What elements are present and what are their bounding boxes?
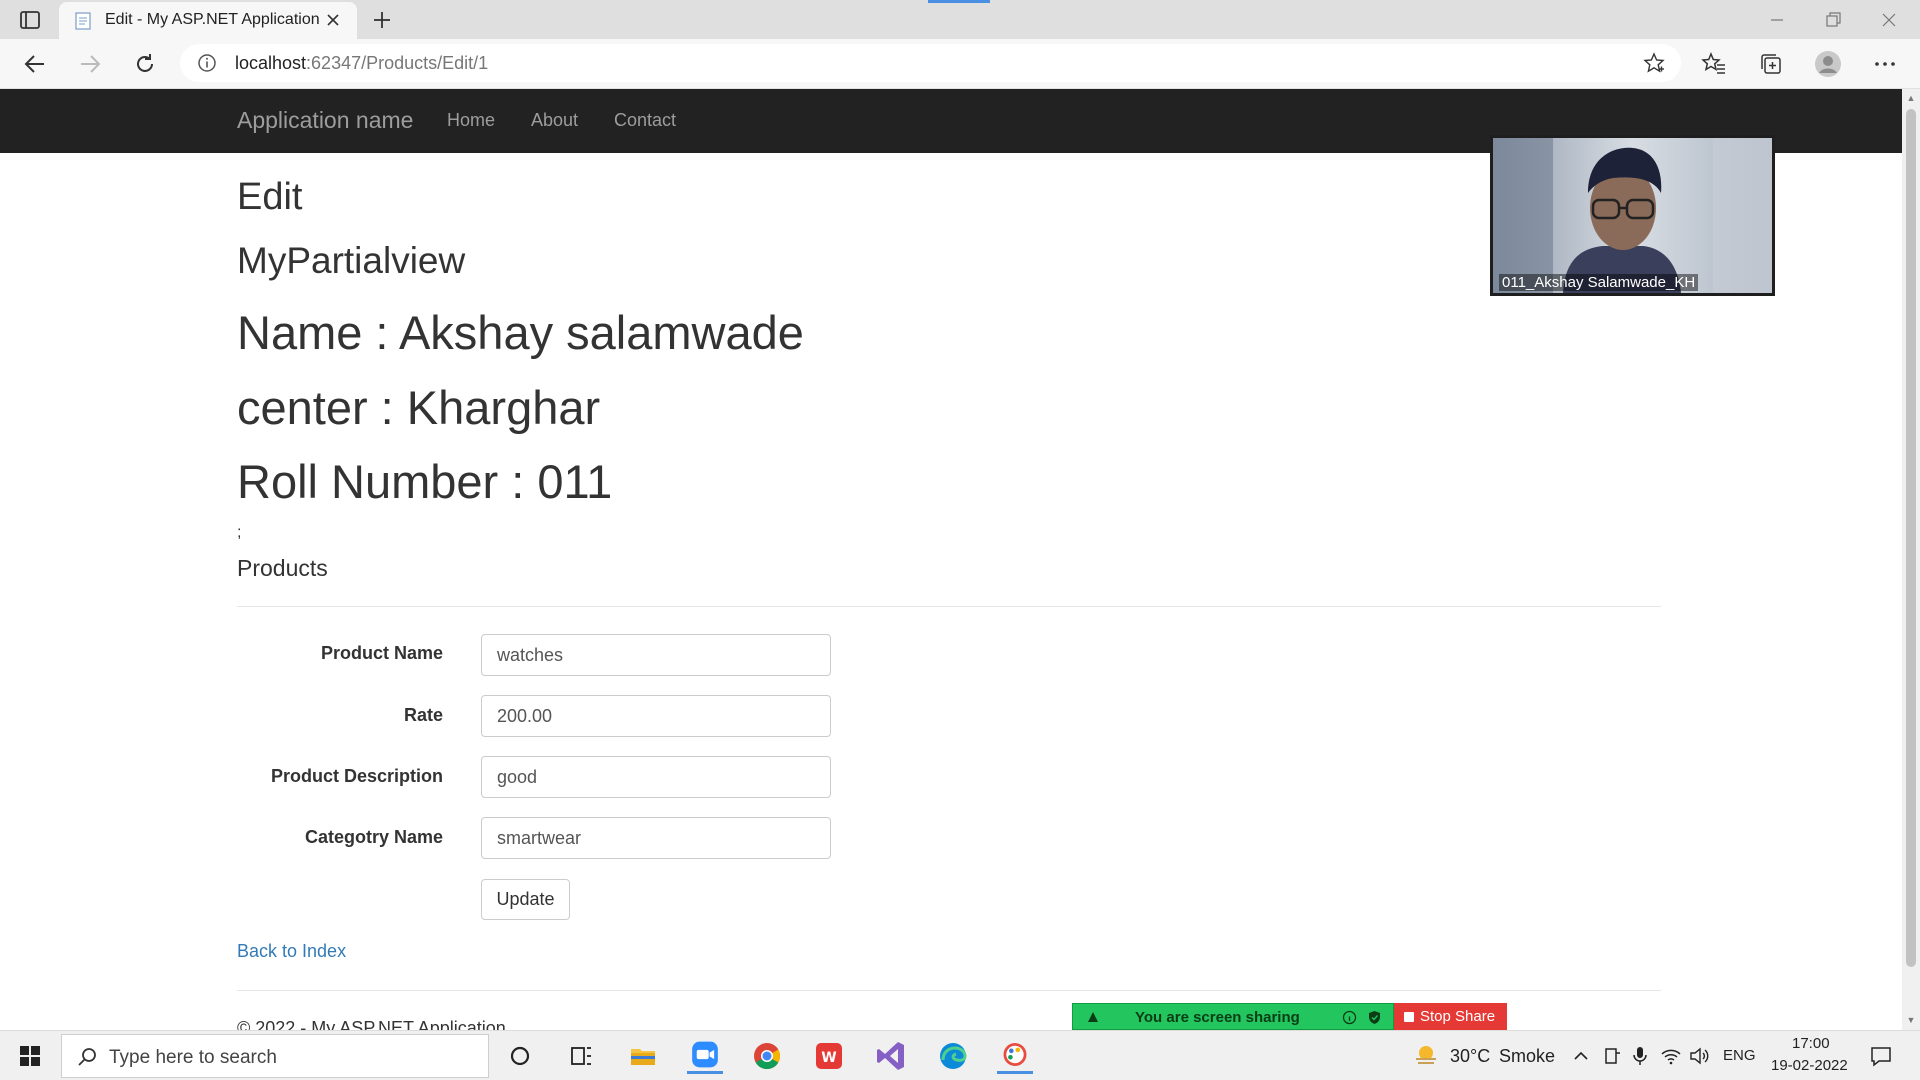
category-name-label: Categotry Name [304,827,443,847]
address-bar[interactable]: localhost:62347/Products/Edit/1 [180,44,1681,82]
task-view-icon[interactable] [563,1038,599,1074]
weather-condition[interactable]: Smoke [1499,1046,1555,1067]
browser-tab-bar: Edit - My ASP.NET Application [0,0,1920,39]
profile-avatar-icon[interactable] [1814,50,1842,78]
show-hidden-icons-chevron-icon[interactable] [1570,1045,1592,1067]
url-host: localhost [235,53,307,73]
chrome-icon[interactable] [749,1038,785,1074]
stop-square-icon [1404,1012,1414,1022]
tab-drag-indicator [928,0,990,3]
weather-temperature[interactable]: 30°C [1450,1046,1490,1067]
collections-icon[interactable] [1758,51,1784,77]
browser-toolbar: localhost:62347/Products/Edit/1 [0,39,1920,89]
category-name-field[interactable] [481,817,831,859]
participant-name-label: 011_Akshay Salamwade_KH [1499,274,1699,291]
stray-text: ; [237,524,242,541]
shield-icon[interactable] [1367,1010,1382,1025]
product-name-field[interactable] [481,634,831,676]
back-arrow-icon[interactable] [22,51,48,77]
product-description-field[interactable] [481,756,831,798]
student-name-heading: Name : Akshay salamwade [237,306,804,359]
section-heading: Products [237,555,328,581]
microphone-icon[interactable] [1629,1045,1651,1067]
stop-share-label: Stop Share [1420,1008,1496,1025]
site-info-icon[interactable] [197,53,217,73]
svg-text:W: W [821,1050,836,1066]
browser-tab-active[interactable]: Edit - My ASP.NET Application [59,2,357,39]
url-path: :62347/Products/Edit/1 [306,53,489,73]
rate-label: Rate [403,705,443,725]
forward-arrow-icon[interactable] [77,51,103,77]
navbar-brand-link[interactable]: Application name [237,107,413,134]
page-scrollbar[interactable]: ▲ ▼ [1902,89,1920,1030]
tab-title: Edit - My ASP.NET Application [105,11,320,28]
scroll-up-arrow-icon[interactable]: ▲ [1906,93,1916,103]
screen-sharing-status: You are screen sharing [1135,1009,1300,1026]
nav-link-home[interactable]: Home [447,110,495,131]
close-window-icon[interactable] [1878,10,1900,30]
partial-view-heading: MyPartialview [237,240,466,281]
rate-field[interactable] [481,695,831,737]
more-options-icon[interactable] [1872,51,1898,77]
wps-office-icon[interactable]: W [811,1038,847,1074]
product-name-label: Product Name [320,643,443,663]
info-circle-icon[interactable] [1342,1010,1357,1025]
drag-handle-icon[interactable] [1085,1009,1101,1025]
visual-studio-icon[interactable] [873,1038,909,1074]
edge-browser-icon[interactable] [935,1038,971,1074]
student-roll-heading: Roll Number : 011 [237,455,613,508]
device-icon[interactable] [1601,1045,1623,1067]
taskbar-search-box[interactable]: Type here to search [61,1034,489,1078]
refresh-icon[interactable] [132,51,158,77]
product-description-label: Product Description [270,766,443,786]
input-language[interactable]: ENG [1723,1047,1756,1064]
cortana-icon[interactable] [502,1038,538,1074]
windows-taskbar: Type here to search W 30°C Smoke ENG 17:… [0,1030,1920,1080]
scrollbar-thumb[interactable] [1906,109,1916,967]
new-tab-icon[interactable] [370,8,394,32]
restore-window-icon[interactable] [1822,10,1844,30]
file-explorer-icon[interactable] [625,1038,661,1074]
divider [237,606,1661,607]
favorites-icon[interactable] [1701,51,1727,77]
nav-link-contact[interactable]: Contact [614,110,676,131]
participant-video-tile[interactable]: 011_Akshay Salamwade_KH [1490,135,1775,296]
notifications-icon[interactable] [1869,1044,1893,1068]
screen-sharing-bar[interactable]: You are screen sharing [1072,1003,1394,1030]
scroll-down-arrow-icon[interactable]: ▼ [1906,1015,1916,1025]
paint-app-icon[interactable] [997,1038,1033,1074]
tab-actions-icon[interactable] [18,8,42,32]
clock-time[interactable]: 17:00 [1792,1035,1830,1052]
url-text[interactable]: localhost:62347/Products/Edit/1 [235,53,488,74]
clock-date[interactable]: 19-02-2022 [1771,1057,1848,1074]
add-favorite-star-icon[interactable] [1643,52,1665,74]
minimize-window-icon[interactable] [1766,10,1788,30]
student-center-heading: center : Kharghar [237,381,601,434]
participant-video-feed [1493,138,1772,293]
back-to-index-link[interactable]: Back to Index [237,941,346,962]
weather-haze-icon[interactable] [1413,1043,1439,1067]
wifi-icon[interactable] [1660,1045,1682,1067]
update-button[interactable]: Update [481,879,570,920]
page-title: Edit [237,176,303,218]
page-favicon-icon [75,12,91,30]
speaker-volume-icon[interactable] [1688,1045,1710,1067]
footer-divider [237,990,1661,991]
close-tab-icon[interactable] [325,12,341,28]
zoom-app-icon[interactable] [687,1038,723,1074]
nav-link-about[interactable]: About [531,110,578,131]
stop-share-button[interactable]: Stop Share [1394,1003,1507,1030]
search-placeholder: Type here to search [109,1047,277,1068]
windows-start-icon[interactable] [10,1041,50,1071]
search-icon [78,1048,96,1066]
